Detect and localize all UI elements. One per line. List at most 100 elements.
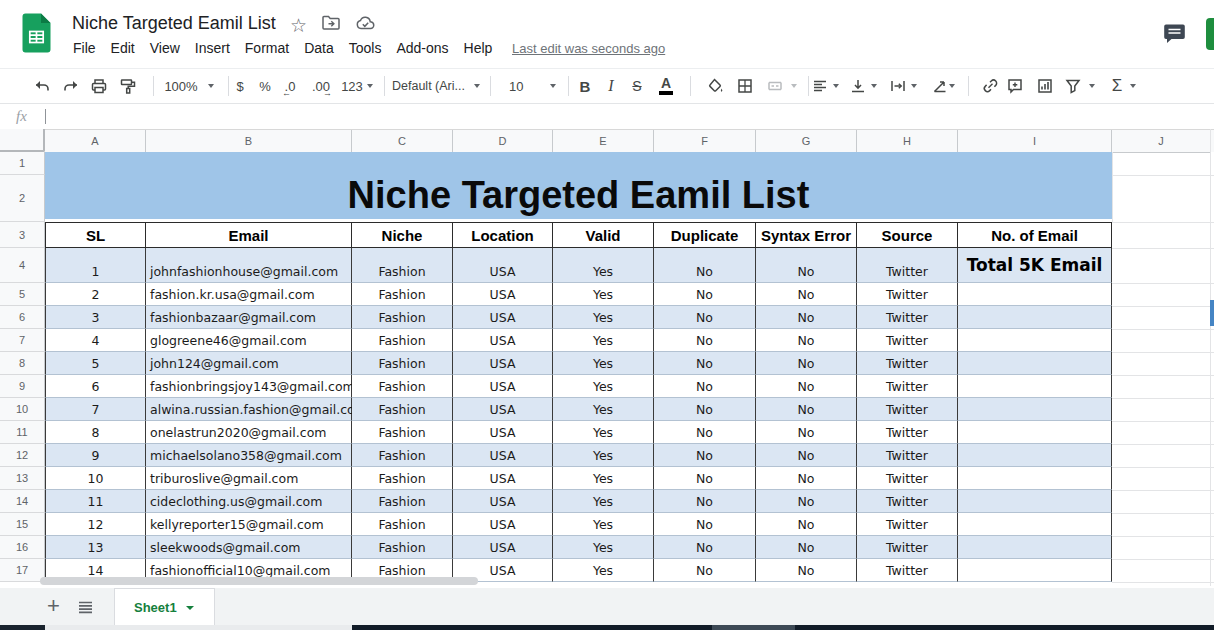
- cell-valid-row14[interactable]: Yes: [553, 490, 654, 513]
- cell-niche-row4[interactable]: Fashion: [352, 248, 453, 283]
- cell-syntax_error-row15[interactable]: No: [756, 513, 857, 536]
- menu-file[interactable]: File: [73, 40, 96, 56]
- cell-no-of-email-row4[interactable]: Total 5K Email: [958, 248, 1112, 283]
- cell-no-of-email-row7[interactable]: [958, 329, 1112, 352]
- print-button[interactable]: [87, 69, 111, 103]
- font-family-select[interactable]: Default (Ari...: [390, 69, 482, 103]
- cell-niche-row6[interactable]: Fashion: [352, 306, 453, 329]
- cell-location-row7[interactable]: USA: [453, 329, 553, 352]
- cell-source-row11[interactable]: Twitter: [857, 421, 958, 444]
- cell-email-row9[interactable]: fashionbringsjoy143@gmail.com: [146, 375, 352, 398]
- cell-duplicate-row8[interactable]: No: [654, 352, 756, 375]
- cell-syntax_error-row9[interactable]: No: [756, 375, 857, 398]
- cell-syntax_error-row10[interactable]: No: [756, 398, 857, 421]
- borders-button[interactable]: [733, 69, 757, 103]
- menu-insert[interactable]: Insert: [195, 40, 230, 56]
- cell-valid-row5[interactable]: Yes: [553, 283, 654, 306]
- insert-chart-button[interactable]: [1034, 69, 1056, 103]
- sheet-title-cell[interactable]: Niche Targeted Eamil List: [45, 152, 1112, 219]
- menu-tools[interactable]: Tools: [349, 40, 382, 56]
- insert-link-button[interactable]: [979, 69, 1001, 103]
- header-cell-no--of-email[interactable]: No. of Email: [958, 222, 1112, 248]
- cell-valid-row12[interactable]: Yes: [553, 444, 654, 467]
- cell-no-of-email-row9[interactable]: [958, 375, 1112, 398]
- cell-sl-row15[interactable]: 12: [45, 513, 146, 536]
- undo-button[interactable]: [30, 69, 54, 103]
- cell-location-row13[interactable]: USA: [453, 467, 553, 490]
- row-header-3[interactable]: 3: [0, 222, 45, 248]
- cell-duplicate-row12[interactable]: No: [654, 444, 756, 467]
- row-header-5[interactable]: 5: [0, 283, 45, 306]
- cell-valid-row6[interactable]: Yes: [553, 306, 654, 329]
- cloud-status-icon[interactable]: [355, 14, 377, 36]
- functions-button[interactable]: Σ: [1106, 69, 1128, 103]
- cell-duplicate-row4[interactable]: No: [654, 248, 756, 283]
- cell-duplicate-row17[interactable]: No: [654, 559, 756, 582]
- cell-no-of-email-row11[interactable]: [958, 421, 1112, 444]
- cell-location-row12[interactable]: USA: [453, 444, 553, 467]
- cell-sl-row9[interactable]: 6: [45, 375, 146, 398]
- menu-help[interactable]: Help: [464, 40, 493, 56]
- horizontal-align-button[interactable]: [810, 69, 830, 103]
- vertical-scrollbar-thumb[interactable]: [1210, 300, 1214, 326]
- more-formats-button[interactable]: 123: [336, 69, 378, 103]
- bold-button[interactable]: B: [575, 69, 595, 103]
- row-header-9[interactable]: 9: [0, 375, 45, 398]
- add-sheet-button[interactable]: +: [47, 593, 60, 619]
- cell-email-row12[interactable]: michaelsolano358@gmail.com: [146, 444, 352, 467]
- cell-location-row16[interactable]: USA: [453, 536, 553, 559]
- cell-niche-row13[interactable]: Fashion: [352, 467, 453, 490]
- cell-no-of-email-row12[interactable]: [958, 444, 1112, 467]
- cell-niche-row10[interactable]: Fashion: [352, 398, 453, 421]
- cell-no-of-email-row13[interactable]: [958, 467, 1112, 490]
- cell-sl-row16[interactable]: 13: [45, 536, 146, 559]
- cell-sl-row14[interactable]: 11: [45, 490, 146, 513]
- cell-sl-row12[interactable]: 9: [45, 444, 146, 467]
- formula-input[interactable]: [50, 104, 1210, 129]
- text-wrap-button[interactable]: [888, 69, 908, 103]
- cell-location-row4[interactable]: USA: [453, 248, 553, 283]
- cell-location-row9[interactable]: USA: [453, 375, 553, 398]
- cell-email-row13[interactable]: triburoslive@gmail.com: [146, 467, 352, 490]
- cell-valid-row8[interactable]: Yes: [553, 352, 654, 375]
- cell-no-of-email-row10[interactable]: [958, 398, 1112, 421]
- cell-duplicate-row9[interactable]: No: [654, 375, 756, 398]
- document-title[interactable]: Niche Targeted Eamil List: [72, 13, 276, 34]
- text-rotation-button[interactable]: [930, 69, 950, 103]
- header-cell-niche[interactable]: Niche: [352, 222, 453, 248]
- column-header-B[interactable]: B: [146, 130, 352, 153]
- header-cell-sl[interactable]: SL: [45, 222, 146, 248]
- cell-sl-row5[interactable]: 2: [45, 283, 146, 306]
- text-color-button[interactable]: A: [654, 69, 678, 103]
- cell-sl-row11[interactable]: 8: [45, 421, 146, 444]
- row-header-8[interactable]: 8: [0, 352, 45, 375]
- row-header-14[interactable]: 14: [0, 490, 45, 513]
- cell-niche-row7[interactable]: Fashion: [352, 329, 453, 352]
- cell-email-row16[interactable]: sleekwoods@gmail.com: [146, 536, 352, 559]
- decrease-decimal-button[interactable]: .0←: [280, 69, 300, 103]
- cell-syntax_error-row14[interactable]: No: [756, 490, 857, 513]
- cell-email-row5[interactable]: fashion.kr.usa@gmail.com: [146, 283, 352, 306]
- cell-location-row15[interactable]: USA: [453, 513, 553, 536]
- cell-duplicate-row14[interactable]: No: [654, 490, 756, 513]
- cell-sl-row4[interactable]: 1: [45, 248, 146, 283]
- cell-source-row14[interactable]: Twitter: [857, 490, 958, 513]
- cell-syntax_error-row11[interactable]: No: [756, 421, 857, 444]
- cell-valid-row13[interactable]: Yes: [553, 467, 654, 490]
- cell-source-row8[interactable]: Twitter: [857, 352, 958, 375]
- cell-sl-row8[interactable]: 5: [45, 352, 146, 375]
- comment-history-icon[interactable]: [1162, 22, 1187, 50]
- row-header-7[interactable]: 7: [0, 329, 45, 352]
- row-header-13[interactable]: 13: [0, 467, 45, 490]
- format-currency-button[interactable]: $: [232, 69, 248, 103]
- menu-view[interactable]: View: [150, 40, 180, 56]
- header-cell-valid[interactable]: Valid: [553, 222, 654, 248]
- merge-cells-caret[interactable]: [791, 84, 797, 88]
- cell-niche-row5[interactable]: Fashion: [352, 283, 453, 306]
- cell-location-row14[interactable]: USA: [453, 490, 553, 513]
- star-icon[interactable]: ☆: [290, 16, 307, 35]
- menu-format[interactable]: Format: [245, 40, 289, 56]
- cell-duplicate-row16[interactable]: No: [654, 536, 756, 559]
- cell-source-row17[interactable]: Twitter: [857, 559, 958, 582]
- cell-email-row15[interactable]: kellyreporter15@gmail.com: [146, 513, 352, 536]
